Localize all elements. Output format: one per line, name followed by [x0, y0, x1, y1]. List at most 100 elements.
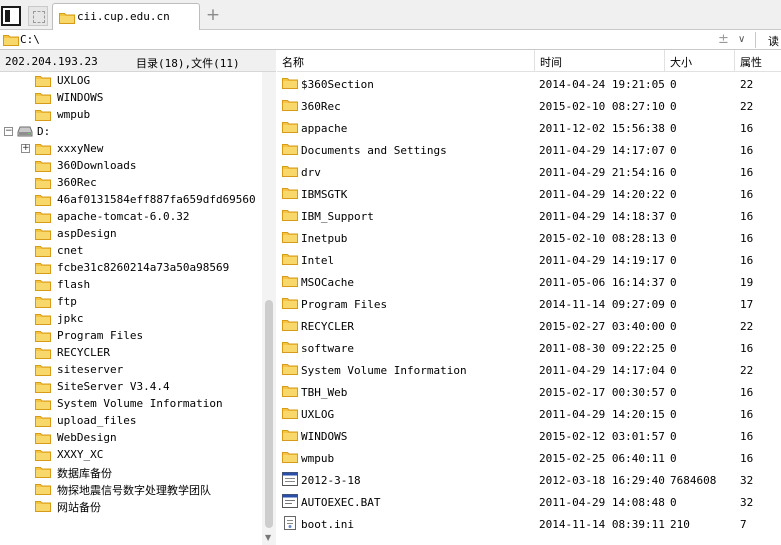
- file-time: 2011-04-29 14:18:37: [539, 210, 665, 223]
- file-row[interactable]: WINDOWS 2015-02-12 03:01:57 0 16: [277, 424, 781, 446]
- file-row[interactable]: AUTOEXEC.BAT 2011-04-29 14:08:48 0 32: [277, 490, 781, 512]
- column-size-header[interactable]: 大小: [670, 54, 692, 70]
- file-size: 0: [670, 408, 677, 421]
- file-row[interactable]: $360Section 2014-04-24 19:21:05 0 22: [277, 72, 781, 94]
- tree-item-label: aspDesign: [57, 227, 117, 240]
- tab-active[interactable]: cii.cup.edu.cn: [52, 3, 200, 30]
- file-time: 2011-04-29 14:19:17: [539, 254, 665, 267]
- folder-icon: [35, 346, 51, 359]
- file-attr: 19: [740, 276, 754, 289]
- read-button[interactable]: 读: [768, 33, 779, 49]
- tree-item-label: 46af0131584eff887fa659dfd69560: [57, 193, 256, 206]
- file-attr: 16: [740, 188, 754, 201]
- file-size: 0: [670, 144, 677, 157]
- folder-icon: [35, 108, 51, 121]
- column-divider[interactable]: [734, 50, 735, 72]
- file-attr: 16: [740, 452, 754, 465]
- folder-icon: [35, 363, 51, 376]
- file-size: 0: [670, 496, 677, 509]
- expand-icon[interactable]: +: [21, 144, 30, 153]
- folder-icon: [35, 397, 51, 410]
- file-row[interactable]: 2012-3-18 2012-03-18 16:29:40 7684608 32: [277, 468, 781, 490]
- file-row[interactable]: Inetpub 2015-02-10 08:28:13 0 16: [277, 226, 781, 248]
- collapse-icon[interactable]: −: [4, 127, 13, 136]
- file-time: 2015-02-10 08:28:13: [539, 232, 665, 245]
- file-name: software: [301, 342, 354, 355]
- file-size: 0: [670, 254, 677, 267]
- folder-icon: [282, 252, 298, 268]
- file-size: 0: [670, 276, 677, 289]
- tree-scrollbar[interactable]: ▼: [262, 72, 276, 545]
- file-time: 2011-05-06 16:14:37: [539, 276, 665, 289]
- blank-tab-icon[interactable]: [28, 6, 48, 26]
- file-time: 2011-04-29 14:20:22: [539, 188, 665, 201]
- folder-icon: [35, 329, 51, 342]
- file-attr: 16: [740, 342, 754, 355]
- file-attr: 16: [740, 166, 754, 179]
- address-input[interactable]: C:\: [20, 33, 40, 46]
- file-name: System Volume Information: [301, 364, 467, 377]
- file-row[interactable]: IBM_Support 2011-04-29 14:18:37 0 16: [277, 204, 781, 226]
- file-time: 2011-08-30 09:22:25: [539, 342, 665, 355]
- file-row[interactable]: RECYCLER 2015-02-27 03:40:00 0 22: [277, 314, 781, 336]
- file-size: 7684608: [670, 474, 717, 487]
- file-time: 2015-02-12 03:01:57: [539, 430, 665, 443]
- file-row[interactable]: Documents and Settings 2011-04-29 14:17:0…: [277, 138, 781, 160]
- file-size: 0: [670, 430, 677, 443]
- file-row[interactable]: IBMSGTK 2011-04-29 14:20:22 0 16: [277, 182, 781, 204]
- column-attr-header[interactable]: 属性: [740, 54, 762, 70]
- file-time: 2015-02-25 06:40:11: [539, 452, 665, 465]
- file-attr: 16: [740, 386, 754, 399]
- file-name: RECYCLER: [301, 320, 354, 333]
- file-attr: 32: [740, 474, 754, 487]
- file-row[interactable]: wmpub 2015-02-25 06:40:11 0 16: [277, 446, 781, 468]
- chevron-down-icon[interactable]: ∨: [738, 30, 745, 50]
- file-row[interactable]: MSOCache 2011-05-06 16:14:37 0 19: [277, 270, 781, 292]
- column-name-header[interactable]: 名称: [282, 54, 304, 70]
- file-row[interactable]: boot.ini 2014-11-14 08:39:11 210 7: [277, 512, 781, 534]
- folder-icon: [35, 261, 51, 274]
- file-row[interactable]: software 2011-08-30 09:22:25 0 16: [277, 336, 781, 358]
- scrollbar-thumb[interactable]: [265, 300, 273, 528]
- tree-item-label: cnet: [57, 244, 84, 257]
- ini-file-icon: [282, 516, 298, 533]
- file-name: MSOCache: [301, 276, 354, 289]
- column-divider[interactable]: [534, 50, 535, 72]
- column-divider[interactable]: [664, 50, 665, 72]
- tree-item-label: UXLOG: [57, 74, 91, 87]
- file-name: boot.ini: [301, 518, 354, 531]
- file-attr: 16: [740, 232, 754, 245]
- file-row[interactable]: System Volume Information 2011-04-29 14:1…: [277, 358, 781, 380]
- file-size: 0: [670, 166, 677, 179]
- tree-item-label: siteserver: [57, 363, 124, 376]
- file-row[interactable]: Program Files 2014-11-14 09:27:09 0 17: [277, 292, 781, 314]
- scroll-down-icon[interactable]: ▼: [265, 533, 271, 542]
- file-row[interactable]: TBH_Web 2015-02-17 00:30:57 0 16: [277, 380, 781, 402]
- tree-item-label: upload_files: [57, 414, 137, 427]
- file-time: 2012-03-18 16:29:40: [539, 474, 665, 487]
- folder-icon: [35, 142, 51, 155]
- bookmark-icon[interactable]: ±: [718, 30, 729, 50]
- folder-icon: [282, 120, 298, 136]
- file-row[interactable]: UXLOG 2011-04-29 14:20:15 0 16: [277, 402, 781, 424]
- file-name: WINDOWS: [301, 430, 348, 443]
- file-row[interactable]: appache 2011-12-02 15:56:38 0 16: [277, 116, 781, 138]
- file-size: 0: [670, 100, 677, 113]
- folder-icon: [282, 98, 298, 114]
- panel-toggle-icon[interactable]: [1, 6, 21, 26]
- file-row[interactable]: Intel 2011-04-29 14:19:17 0 16: [277, 248, 781, 270]
- file-attr: 16: [740, 144, 754, 157]
- column-time-header[interactable]: 时间: [540, 54, 562, 70]
- tree-item-label: xxxyNew: [57, 142, 104, 155]
- file-row[interactable]: drv 2011-04-29 21:54:16 0 16: [277, 160, 781, 182]
- file-row[interactable]: 360Rec 2015-02-10 08:27:10 0 22: [277, 94, 781, 116]
- folder-icon: [282, 208, 298, 224]
- folder-tree: UXLOG WINDOWS wmpub − D: + xxxyNew 360Downloads…: [0, 72, 262, 545]
- folder-icon: [282, 428, 298, 444]
- file-name: appache: [301, 122, 348, 135]
- folder-icon: [282, 230, 298, 246]
- folder-icon: [3, 33, 19, 46]
- folder-icon: [35, 193, 51, 206]
- folder-icon: [282, 186, 298, 202]
- new-tab-button[interactable]: +: [204, 4, 222, 26]
